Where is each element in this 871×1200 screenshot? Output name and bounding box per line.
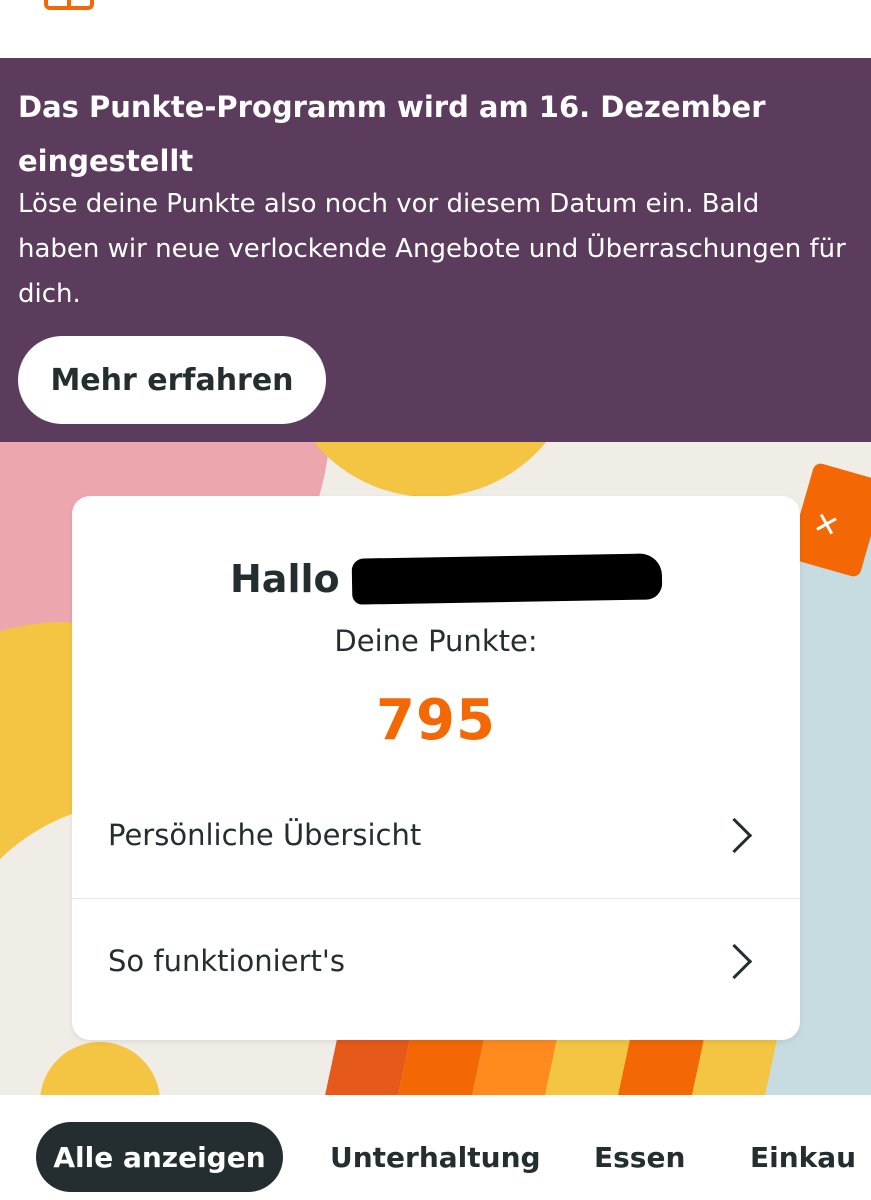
redacted-username [351, 553, 662, 605]
how-it-works-label: So funktioniert's [108, 944, 345, 978]
personal-overview-label: Persönliche Übersicht [108, 818, 422, 852]
more-info-button[interactable]: Mehr erfahren [18, 336, 326, 424]
points-label: Deine Punkte: [334, 624, 538, 658]
rewards-page: Das Punkte-Programm wird am 16. Dezember… [0, 0, 871, 1200]
filter-chip-entertainment[interactable]: Unterhaltung [330, 1122, 541, 1192]
how-it-works-row[interactable]: So funktioniert's [72, 898, 800, 1023]
greeting-text: Hallo [230, 557, 340, 601]
decor-stripes [321, 1032, 779, 1095]
greeting: Hallo [230, 553, 662, 605]
chevron-right-icon [716, 943, 753, 979]
banner-body: Löse deine Punkte also noch vor diesem D… [18, 189, 846, 309]
points-value: 795 [376, 688, 496, 753]
bag-icon[interactable] [44, 0, 94, 10]
filter-chip-all[interactable]: Alle anzeigen [36, 1122, 283, 1192]
personal-overview-row[interactable]: Persönliche Übersicht [72, 772, 800, 898]
top-header [0, 0, 871, 58]
category-filter-bar: Alle anzeigen Unterhaltung Essen Einkau [0, 1095, 871, 1200]
filter-chip-food[interactable]: Essen [594, 1122, 685, 1192]
chevron-right-icon [716, 817, 753, 853]
points-card: Hallo Deine Punkte: 795 Persönliche Über… [72, 496, 800, 1040]
filter-chip-shopping[interactable]: Einkau [750, 1122, 856, 1192]
banner-title: Das Punkte-Programm wird am 16. Dezember… [18, 90, 766, 178]
announcement-banner: Das Punkte-Programm wird am 16. Dezember… [0, 58, 871, 442]
